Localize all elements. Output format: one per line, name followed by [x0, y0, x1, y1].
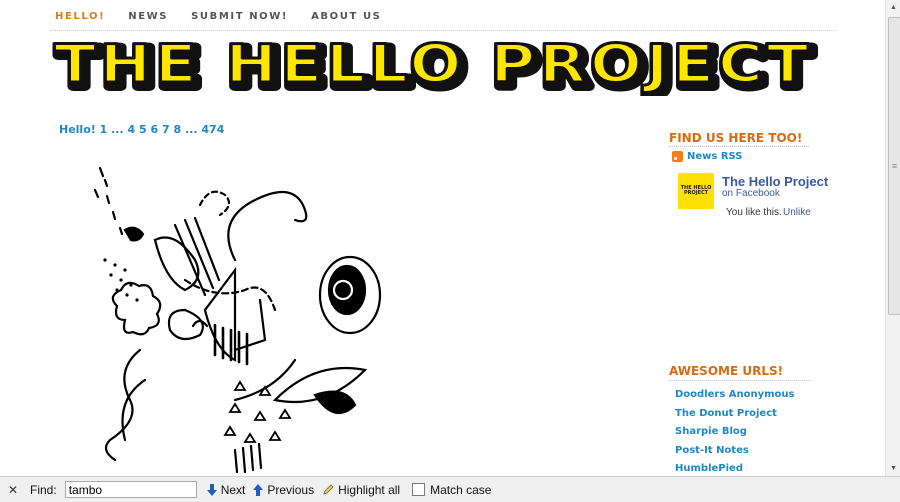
banner-title: THE HELLO PROJECT	[54, 34, 812, 95]
awesome-urls-divider	[669, 380, 811, 381]
find-us-heading: FIND US HERE TOO!	[669, 131, 803, 145]
pager-ellipsis: ...	[111, 123, 124, 136]
facebook-subtitle[interactable]: on Facebook	[722, 188, 780, 199]
rss-label[interactable]: News RSS	[687, 151, 742, 162]
pager-link[interactable]: 4	[128, 123, 136, 136]
facebook-page-title[interactable]: The Hello Project	[722, 174, 828, 189]
scroll-thumb[interactable]: ≡	[888, 17, 900, 315]
match-case-label[interactable]: Match case	[430, 483, 491, 497]
nav-item-about-us[interactable]: ABOUT US	[311, 11, 381, 25]
list-item: Doodlers Anonymous	[675, 384, 795, 403]
pager-hello-link[interactable]: Hello!	[59, 123, 96, 136]
top-nav: HELLO! NEWS SUBMIT NOW! ABOUT US	[55, 11, 405, 25]
list-item: HumblePied	[675, 458, 795, 477]
pagination: Hello! 1 ... 4 5 6 7 8 ... 474	[59, 123, 224, 136]
find-input[interactable]	[64, 481, 197, 498]
list-item: Post-It Notes	[675, 440, 795, 459]
scroll-down-button[interactable]: ▼	[886, 461, 900, 476]
pager-last-link[interactable]: 474	[201, 123, 224, 136]
rss-icon	[672, 151, 683, 162]
awesome-urls-list: Doodlers Anonymous The Donut Project Sha…	[675, 384, 795, 477]
rss-link[interactable]: News RSS	[672, 151, 742, 162]
find-previous-button[interactable]: Previous	[253, 483, 314, 497]
find-label: Find:	[30, 482, 57, 497]
pager-link[interactable]: 8	[174, 123, 182, 136]
find-next-button[interactable]: Next	[206, 482, 246, 497]
list-item: Sharpie Blog	[675, 421, 795, 440]
list-item: The Donut Project	[675, 403, 795, 422]
find-us-divider	[669, 146, 809, 147]
find-previous-label: Previous	[267, 482, 315, 497]
url-link-donut-project[interactable]: The Donut Project	[675, 408, 777, 419]
pager-link[interactable]: 7	[162, 123, 170, 136]
arrow-up-icon	[253, 483, 264, 496]
highlighter-icon	[323, 483, 334, 495]
nav-item-submit-now[interactable]: SUBMIT NOW!	[191, 11, 288, 25]
nav-item-hello[interactable]: HELLO!	[55, 11, 105, 25]
find-next-label: Next	[220, 482, 246, 497]
pager-link[interactable]: 6	[151, 123, 159, 136]
grip-icon: ≡	[891, 161, 898, 171]
close-icon[interactable]: ✕	[4, 483, 22, 497]
doodle-artwork[interactable]	[85, 150, 415, 476]
scroll-up-button[interactable]: ▲	[886, 0, 900, 15]
facebook-unlike-link[interactable]: Unlike	[783, 207, 811, 218]
arrow-down-icon	[206, 483, 217, 496]
nav-item-news[interactable]: NEWS	[128, 11, 168, 25]
highlight-all-label: Highlight all	[338, 482, 401, 497]
vertical-scrollbar[interactable]: ▲ ≡ ▼	[885, 0, 900, 476]
facebook-page-logo[interactable]: THE HELLO PROJECT	[678, 173, 714, 209]
facebook-like-status: You like this.	[726, 207, 782, 218]
pager-link[interactable]: 5	[139, 123, 147, 136]
url-link-post-it-notes[interactable]: Post-It Notes	[675, 445, 749, 456]
highlight-all-button[interactable]: Highlight all	[322, 483, 400, 497]
pager-current: 1	[99, 123, 108, 136]
url-link-doodlers-anonymous[interactable]: Doodlers Anonymous	[675, 389, 795, 400]
pager-ellipsis: ...	[185, 123, 198, 136]
awesome-urls-heading: AWESOME URLS!	[669, 364, 784, 378]
site-banner[interactable]: THE HELLO PROJECT THE HELLO PROJECT	[52, 33, 824, 105]
nav-divider	[50, 30, 836, 31]
match-case-checkbox[interactable]	[412, 483, 426, 496]
find-bar: ✕ Find: Next Previous Highlight all Matc…	[0, 476, 900, 502]
facebook-logo-text: THE HELLO PROJECT	[680, 185, 712, 196]
url-link-sharpie-blog[interactable]: Sharpie Blog	[675, 426, 747, 437]
url-link-humblepied[interactable]: HumblePied	[675, 463, 743, 474]
